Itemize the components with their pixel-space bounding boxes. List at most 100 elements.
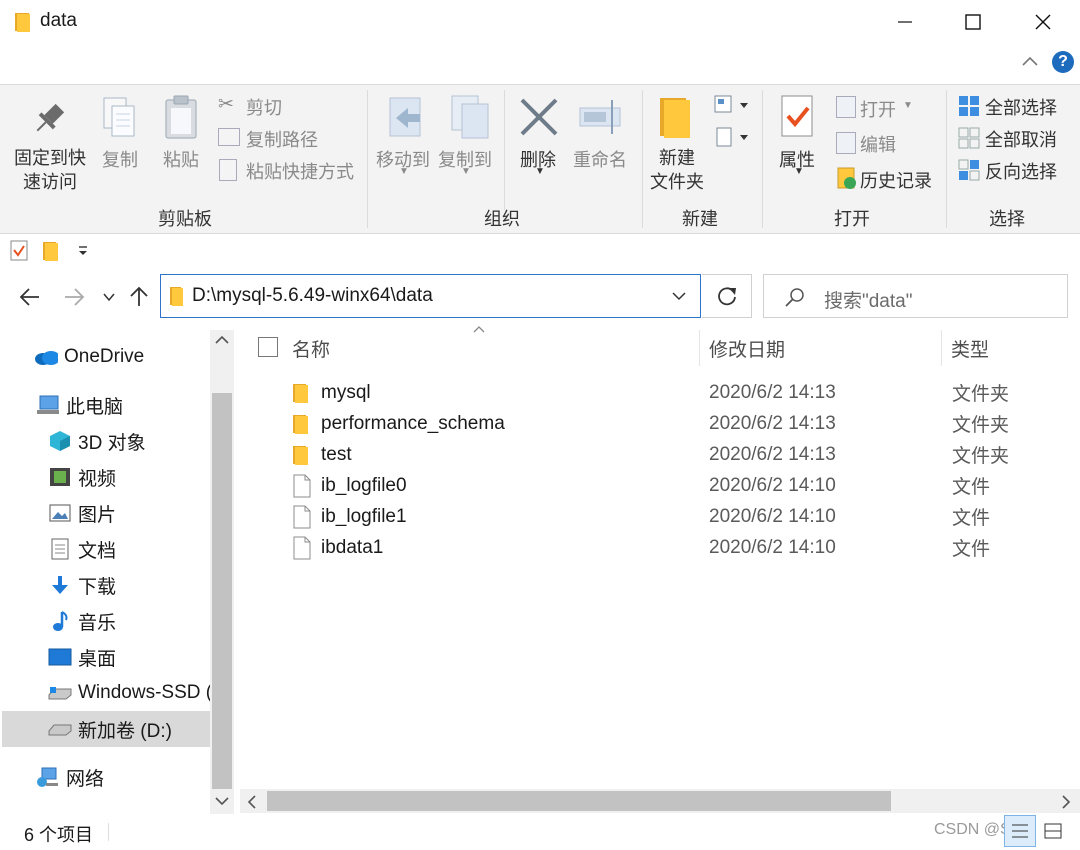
recent-locations-icon[interactable] <box>102 290 116 304</box>
onedrive-icon <box>34 345 58 369</box>
help-icon[interactable]: ? <box>1052 51 1074 73</box>
new-folder-small-icon[interactable] <box>42 240 60 262</box>
copy-path-button[interactable]: 复制路径 <box>246 126 318 152</box>
horizontal-scrollbar-thumb[interactable] <box>267 791 891 811</box>
properties-small-icon[interactable] <box>10 240 30 262</box>
select-all-button[interactable]: 全部选择 <box>985 94 1057 120</box>
chevron-down-icon: ▼ <box>903 100 913 111</box>
column-header-type[interactable]: 类型 <box>951 330 1071 366</box>
history-button[interactable]: 历史记录 <box>860 167 932 193</box>
nav-label: 视频 <box>78 468 117 490</box>
file-type: 文件夹 <box>952 415 1010 436</box>
group-label-organize: 组织 <box>484 209 520 229</box>
search-input[interactable]: 搜索"data" <box>824 286 912 313</box>
up-arrow-icon[interactable] <box>128 284 150 308</box>
folder-icon <box>15 13 30 32</box>
pictures-icon <box>48 501 72 525</box>
file-row[interactable]: performance_schema 2020/6/2 14:13 文件夹 <box>240 408 1080 439</box>
group-label-select: 选择 <box>989 209 1025 229</box>
open-icon <box>836 96 856 118</box>
file-row[interactable]: ib_logfile1 2020/6/2 14:10 文件 <box>240 501 1080 532</box>
paste-button[interactable]: 粘贴 <box>163 146 199 172</box>
quick-access-toolbar <box>0 235 1080 267</box>
easy-access-icon <box>716 127 748 147</box>
forward-arrow-icon[interactable] <box>62 286 86 308</box>
invert-selection-button[interactable]: 反向选择 <box>985 158 1057 184</box>
refresh-button[interactable] <box>702 274 752 318</box>
copy-path-icon <box>218 128 240 146</box>
file-name: test <box>321 443 352 465</box>
column-divider[interactable] <box>941 330 942 366</box>
new-folder-button[interactable]: 新建 文件夹 <box>644 146 710 194</box>
select-none-button[interactable]: 全部取消 <box>985 126 1057 152</box>
address-bar[interactable]: D:\mysql-5.6.49-winx64\data <box>160 274 701 318</box>
maximize-button[interactable] <box>938 0 1008 44</box>
properties-icon <box>778 94 818 140</box>
close-button[interactable] <box>1008 0 1078 44</box>
folder-icon <box>170 287 183 306</box>
details-view-button[interactable] <box>1004 815 1036 847</box>
file-icon <box>293 536 311 560</box>
scroll-up-icon[interactable] <box>214 334 230 346</box>
column-header-name[interactable]: 名称 <box>292 330 692 366</box>
scroll-right-icon[interactable] <box>1060 794 1072 810</box>
chevron-down-icon: ▼ <box>399 166 409 177</box>
edit-button[interactable]: 编辑 <box>860 131 896 157</box>
file-row[interactable]: mysql 2020/6/2 14:13 文件夹 <box>240 377 1080 408</box>
file-row[interactable]: test 2020/6/2 14:13 文件夹 <box>240 439 1080 470</box>
nav-label: 文档 <box>78 540 117 562</box>
rename-button[interactable]: 重命名 <box>573 146 627 172</box>
status-divider <box>108 823 109 841</box>
new-folder-icon <box>658 94 694 140</box>
easy-access-button[interactable] <box>714 126 750 148</box>
minimize-button[interactable] <box>870 0 940 44</box>
collapse-ribbon-button[interactable] <box>1020 52 1040 72</box>
pin-label-1: 固定到快 <box>14 148 86 168</box>
file-row[interactable]: ibdata1 2020/6/2 14:10 文件 <box>240 532 1080 563</box>
file-type: 文件 <box>952 508 991 529</box>
scroll-left-icon[interactable] <box>246 794 258 810</box>
scissors-icon: ✂ <box>218 94 234 115</box>
search-box[interactable]: 搜索"data" <box>763 274 1068 318</box>
ribbon-tabs: 文件 主页 共享 查看 ? <box>0 44 1080 129</box>
new-folder-label-1: 新建 <box>659 148 695 168</box>
file-type: 文件 <box>952 539 991 560</box>
customize-qat-icon[interactable] <box>76 245 90 257</box>
chevron-down-icon[interactable] <box>671 289 687 303</box>
pin-quick-access-button[interactable]: 固定到快 速访问 <box>8 146 92 194</box>
documents-icon <box>48 537 72 561</box>
folder-icon <box>293 446 308 465</box>
window-title: data <box>40 10 77 31</box>
rename-icon <box>578 96 624 138</box>
nav-label: OneDrive <box>64 346 145 367</box>
column-header-date[interactable]: 修改日期 <box>709 330 939 366</box>
nav-label: 网络 <box>66 768 105 790</box>
nav-label: 此电脑 <box>66 396 124 418</box>
title-bar: data <box>0 0 1080 44</box>
file-icon <box>293 474 311 498</box>
copy-button[interactable]: 复制 <box>102 146 138 172</box>
scroll-down-icon[interactable] <box>214 795 230 807</box>
large-icons-view-button[interactable] <box>1042 819 1066 843</box>
paste-shortcut-button[interactable]: 粘贴快捷方式 <box>246 158 354 184</box>
file-row[interactable]: ib_logfile0 2020/6/2 14:10 文件 <box>240 470 1080 501</box>
group-label-open: 打开 <box>834 209 870 229</box>
column-divider[interactable] <box>699 330 700 366</box>
nav-scrollbar-thumb[interactable] <box>212 393 232 789</box>
back-arrow-icon[interactable] <box>18 286 42 308</box>
open-button[interactable]: 打开 <box>860 96 896 122</box>
chevron-up-icon <box>1022 56 1038 66</box>
details-view-icon <box>1012 824 1028 838</box>
file-date: 2020/6/2 14:10 <box>709 474 836 496</box>
new-item-button[interactable] <box>714 94 750 116</box>
chevron-down-icon: ▼ <box>535 166 545 177</box>
minimize-icon <box>898 21 912 23</box>
file-type: 文件夹 <box>952 384 1010 405</box>
select-all-checkbox[interactable] <box>258 337 278 357</box>
cut-button[interactable]: 剪切 <box>246 94 282 120</box>
address-path: D:\mysql-5.6.49-winx64\data <box>192 285 433 306</box>
folder-icon <box>293 384 308 403</box>
history-icon <box>836 166 858 190</box>
chevron-down-icon: ▼ <box>461 166 471 177</box>
paste-shortcut-icon <box>219 159 237 181</box>
